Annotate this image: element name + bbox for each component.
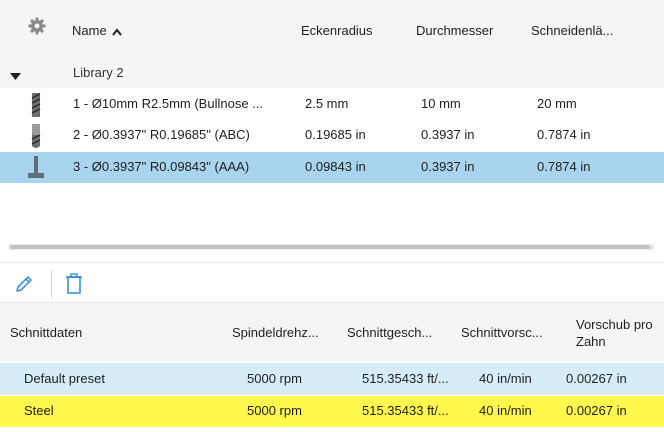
column-header-corner-radius[interactable]: Eckenradius xyxy=(301,23,373,38)
preset-name: Default preset xyxy=(24,371,105,386)
edit-pencil-icon[interactable] xyxy=(14,274,34,294)
tool-row[interactable]: 1 - Ø10mm R2.5mm (Bullnose ... 2.5 mm 10… xyxy=(0,89,664,120)
column-header-cutting-length[interactable]: Schneidenlä... xyxy=(531,23,613,38)
horizontal-scrollbar-thumb[interactable] xyxy=(10,245,650,249)
expand-triangle-icon[interactable] xyxy=(10,69,21,84)
tool-row[interactable]: 2 - Ø0.3937" R0.19685" (ABC) 0.19685 in … xyxy=(0,120,664,151)
diameter-value: 0.3937 in xyxy=(421,159,475,174)
bullnose-mill-icon xyxy=(29,92,43,118)
cutting-length-value: 0.7874 in xyxy=(537,127,591,142)
cutting-speed-value: 515.35433 ft/... xyxy=(362,371,449,386)
cutting-data-row-highlighted[interactable]: Steel 5000 rpm 515.35433 ft/... 40 in/mi… xyxy=(0,396,664,427)
toolbar-separator xyxy=(51,270,52,298)
column-header-cutting-speed[interactable]: Schnittgesch... xyxy=(347,325,432,340)
slot-mill-icon xyxy=(27,155,45,181)
trash-icon[interactable] xyxy=(64,273,84,295)
group-label: Library 2 xyxy=(73,65,124,80)
tool-actions-toolbar xyxy=(0,266,664,302)
column-header-cutting-feed[interactable]: Schnittvorsc... xyxy=(461,325,543,340)
cutting-speed-value: 515.35433 ft/... xyxy=(362,403,449,418)
diameter-value: 0.3937 in xyxy=(421,127,475,142)
group-row[interactable]: Library 2 xyxy=(0,58,664,88)
gear-icon[interactable] xyxy=(28,17,46,35)
column-header-feed-per-tooth[interactable]: Vorschub pro Zahn xyxy=(576,316,653,350)
tool-name: 2 - Ø0.3937" R0.19685" (ABC) xyxy=(73,127,250,142)
corner-radius-value: 0.19685 in xyxy=(305,127,366,142)
tool-row-selected[interactable]: 3 - Ø0.3937" R0.09843" (AAA) 0.09843 in … xyxy=(0,152,664,183)
tool-table-header: Name Eckenradius Durchmesser Schneidenlä… xyxy=(0,0,664,58)
feed-per-tooth-value: 0.00267 in xyxy=(566,371,627,386)
divider xyxy=(0,262,664,263)
cutting-length-value: 20 mm xyxy=(537,96,577,111)
ball-mill-icon xyxy=(29,123,43,149)
column-header-cutting-data[interactable]: Schnittdaten xyxy=(10,325,82,340)
column-header-diameter[interactable]: Durchmesser xyxy=(416,23,493,38)
cutting-data-header: Schnittdaten Spindeldrehz... Schnittgesc… xyxy=(0,303,664,361)
corner-radius-value: 0.09843 in xyxy=(305,159,366,174)
cutting-data-row[interactable]: Default preset 5000 rpm 515.35433 ft/...… xyxy=(0,363,664,395)
cutting-feed-value: 40 in/min xyxy=(479,403,532,418)
corner-radius-value: 2.5 mm xyxy=(305,96,349,111)
column-header-name[interactable]: Name xyxy=(72,23,123,39)
sort-ascending-icon xyxy=(112,24,123,39)
tool-name: 3 - Ø0.3937" R0.09843" (AAA) xyxy=(73,159,250,174)
cutting-feed-value: 40 in/min xyxy=(479,371,532,386)
spindle-speed-value: 5000 rpm xyxy=(247,371,302,386)
preset-name: Steel xyxy=(24,403,54,418)
cutting-length-value: 0.7874 in xyxy=(537,159,591,174)
diameter-value: 10 mm xyxy=(421,96,461,111)
tool-name: 1 - Ø10mm R2.5mm (Bullnose ... xyxy=(73,96,263,111)
feed-per-tooth-value: 0.00267 in xyxy=(566,403,627,418)
column-header-spindle-speed[interactable]: Spindeldrehz... xyxy=(232,325,319,340)
spindle-speed-value: 5000 rpm xyxy=(247,403,302,418)
